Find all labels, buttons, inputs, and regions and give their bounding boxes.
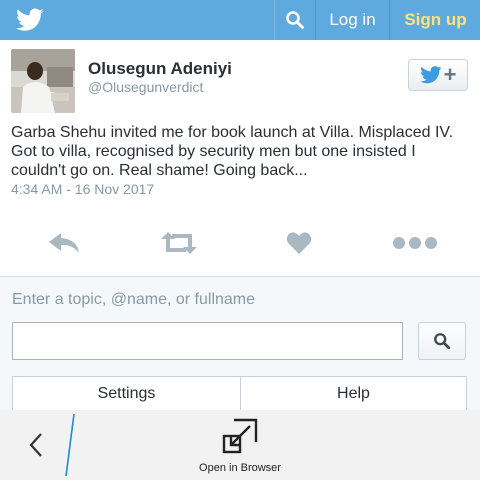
help-button[interactable]: Help [241,376,467,410]
more-button[interactable] [390,228,440,258]
like-button[interactable] [282,228,316,258]
divider-slash [65,413,75,477]
plus-icon: + [443,62,457,87]
search-input[interactable] [12,322,403,360]
search-icon [286,11,304,29]
reply-icon [49,233,79,253]
chevron-left-icon [29,433,42,457]
signup-link[interactable]: Sign up [391,0,480,40]
tweet-timestamp[interactable]: 4:34 AM - 16 Nov 2017 [11,181,154,197]
login-link[interactable]: Log in [316,0,390,40]
tweet-text: Garba Shehu invited me for book launch a… [11,124,454,179]
open-in-browser-button[interactable]: Open in Browser [180,412,300,478]
search-button[interactable] [418,322,466,360]
back-button[interactable] [24,430,48,460]
follow-button[interactable]: + [408,59,468,91]
retweet-button[interactable] [156,228,202,258]
reply-button[interactable] [44,228,84,258]
retweet-icon [161,232,197,254]
search-icon [434,333,451,350]
user-handle[interactable]: @Olusegunverdict [88,79,203,95]
more-icon [393,237,437,249]
open-in-browser-label: Open in Browser [199,462,281,474]
user-name[interactable]: Olusegun Adeniyi [88,59,232,79]
search-prompt: Enter a topic, @name, or fullname [12,291,256,308]
header-search-button[interactable] [274,0,316,40]
user-avatar[interactable] [11,49,75,113]
settings-button[interactable]: Settings [12,376,241,410]
open-in-browser-icon [222,418,258,454]
like-icon [286,232,312,254]
top-bar: Log in Sign up [0,0,480,40]
follow-bird-plus-icon [419,66,442,84]
twitter-bird-icon[interactable] [16,7,44,33]
